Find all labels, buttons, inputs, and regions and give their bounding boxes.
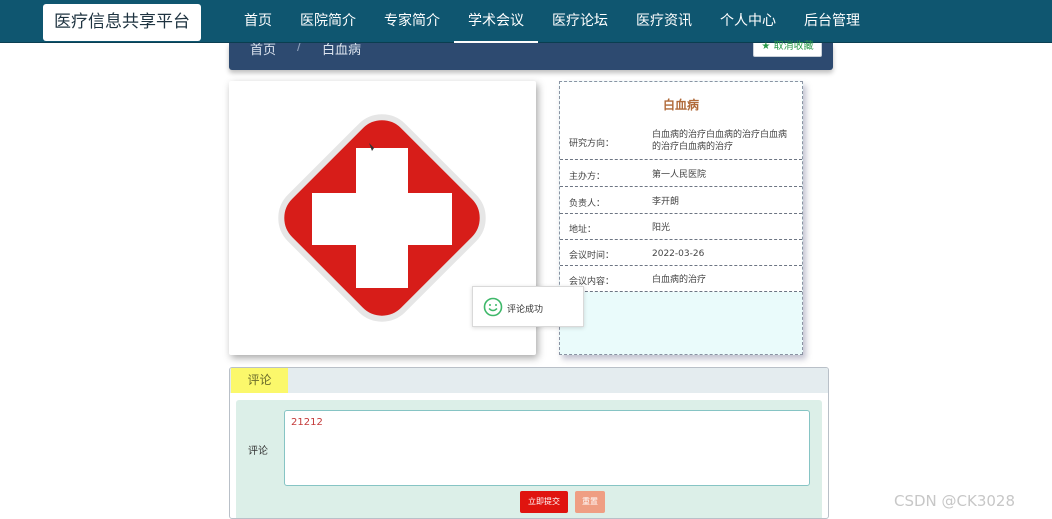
- watermark: CSDN @CK3028: [894, 492, 1016, 510]
- info-value: 2022-03-26: [652, 249, 705, 259]
- comment-panel: 评论 评论 21212 立即提交 重置: [229, 367, 829, 519]
- info-value: 白血病的治疗: [652, 275, 707, 285]
- reset-button[interactable]: 重置: [575, 491, 605, 513]
- top-navbar: 医疗信息共享平台 首页 医院简介 专家简介 学术会议 医疗论坛 医疗资讯 个人中…: [0, 0, 1052, 43]
- tab-comment[interactable]: 评论: [231, 368, 288, 393]
- breadcrumb: 首页 / 白血病: [229, 43, 833, 70]
- smile-icon: [483, 297, 503, 317]
- nav-academic-conference[interactable]: 学术会议: [454, 0, 538, 43]
- info-row-research: 研究方向： 白血病的治疗白血病的治疗白血病的治疗白血病的治疗: [560, 120, 802, 160]
- info-row-address: 地址： 阳光: [560, 214, 802, 240]
- submit-button[interactable]: 立即提交: [520, 491, 568, 513]
- info-value: 白血病的治疗白血病的治疗白血病的治疗白血病的治疗: [652, 130, 788, 152]
- info-row-organizer: 主办方： 第一人民医院: [560, 160, 802, 187]
- info-value: 第一人民医院: [652, 170, 707, 180]
- info-label: 研究方向：: [569, 139, 615, 149]
- nav-home[interactable]: 首页: [230, 0, 286, 43]
- nav-medical-news[interactable]: 医疗资讯: [622, 0, 706, 43]
- info-value: 李开朗: [652, 197, 680, 207]
- comment-form: 评论 21212 立即提交 重置: [236, 400, 822, 518]
- info-label: 主办方：: [569, 172, 606, 182]
- breadcrumb-home[interactable]: 首页: [250, 43, 276, 58]
- nav-expert-intro[interactable]: 专家简介: [370, 0, 454, 43]
- toast-text: 评论成功: [507, 305, 544, 315]
- nav-medical-forum[interactable]: 医疗论坛: [538, 0, 622, 43]
- success-toast: 评论成功: [472, 286, 584, 327]
- main-nav: 首页 医院简介 专家简介 学术会议 医疗论坛 医疗资讯 个人中心 后台管理: [230, 0, 874, 43]
- info-label: 负责人：: [569, 199, 606, 209]
- nav-admin[interactable]: 后台管理: [790, 0, 874, 43]
- comment-label: 评论: [248, 446, 268, 457]
- info-value: 阳光: [652, 223, 671, 233]
- info-label: 地址：: [569, 225, 597, 235]
- info-row-content: 会议内容： 白血病的治疗: [560, 266, 802, 292]
- cancel-favorite-button[interactable]: ★ 取消收藏: [753, 42, 822, 57]
- info-row-leader: 负责人： 李开朗: [560, 187, 802, 214]
- conference-title: 白血病: [662, 98, 699, 112]
- breadcrumb-current: 白血病: [322, 43, 362, 58]
- site-logo[interactable]: 医疗信息共享平台: [43, 4, 201, 41]
- conference-info-card: 白血病 研究方向： 白血病的治疗白血病的治疗白血病的治疗白血病的治疗 主办方： …: [559, 81, 803, 355]
- comment-textarea[interactable]: 21212: [284, 410, 810, 486]
- info-label: 会议时间：: [569, 251, 615, 261]
- nav-hospital-intro[interactable]: 医院简介: [286, 0, 370, 43]
- breadcrumb-separator: /: [297, 43, 302, 54]
- nav-personal-center[interactable]: 个人中心: [706, 0, 790, 43]
- info-row-date: 会议时间： 2022-03-26: [560, 240, 802, 266]
